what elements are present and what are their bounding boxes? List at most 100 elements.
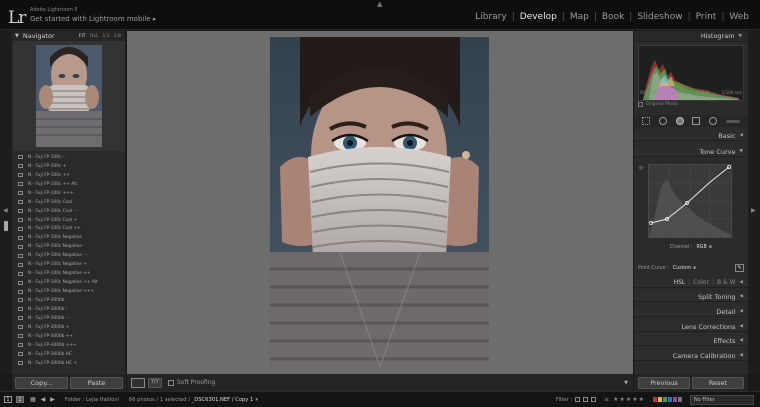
collapse-triangle-icon[interactable]: ▼	[15, 33, 19, 39]
tone-curve-section[interactable]: Tone Curve ▼	[634, 147, 748, 157]
flag-filter-icon[interactable]	[575, 397, 581, 402]
preset-item[interactable]: N - Fuji FP-3000b	[14, 296, 124, 305]
source-folder-label[interactable]: Folder : Lejla Halilovi	[65, 397, 119, 403]
camera-calibration-section[interactable]: Camera Calibration ◀	[634, 351, 748, 361]
collapse-right-panel-icon[interactable]: ▶	[751, 207, 756, 214]
filename-dropdown-icon[interactable]: ▾	[255, 397, 258, 403]
preset-item[interactable]: N - Fuji FP-3000b +	[14, 323, 124, 332]
expand-triangle-icon[interactable]: ◀	[740, 280, 743, 285]
color-label-swatch[interactable]	[678, 397, 682, 402]
primary-display-icon[interactable]: 1	[4, 396, 12, 403]
module-book[interactable]: Book	[597, 12, 629, 22]
tab-black-white[interactable]: B & W	[717, 279, 736, 286]
detail-section[interactable]: Detail ◀	[634, 307, 748, 317]
grid-view-icon[interactable]: ▦	[30, 396, 36, 403]
preset-item[interactable]: N - Fuji FP-100c ++ Alt	[14, 180, 124, 189]
preset-item[interactable]: N - Fuji FP-100c Cool ++	[14, 225, 124, 234]
preset-item[interactable]: N - Fuji FP-100c +	[14, 162, 124, 171]
photo-canvas[interactable]	[127, 31, 633, 374]
preset-item[interactable]: N - Fuji FP-100c Negative -	[14, 242, 124, 251]
red-eye-icon[interactable]	[675, 117, 684, 125]
rejected-filter-icon[interactable]	[591, 397, 597, 402]
filter-preset-select[interactable]: No Filter	[690, 394, 754, 405]
tab-color[interactable]: Color	[693, 279, 709, 286]
preset-item[interactable]: N - Fuji FP-100c - -	[14, 153, 124, 162]
module-develop[interactable]: Develop	[515, 12, 562, 22]
module-print[interactable]: Print	[691, 12, 722, 22]
crop-tool-icon[interactable]	[642, 117, 651, 125]
original-photo-toggle[interactable]: Original Photo	[638, 102, 678, 107]
expand-triangle-icon[interactable]: ◀	[740, 309, 743, 314]
preset-item[interactable]: N - Fuji FP-3000b +++	[14, 341, 124, 350]
secondary-display-icon[interactable]: 2	[16, 396, 24, 403]
histogram-header[interactable]: Histogram ▼	[634, 31, 748, 42]
color-label-swatch[interactable]	[668, 397, 672, 402]
before-after-view-icon[interactable]: Y|Y	[148, 377, 162, 388]
expand-triangle-icon[interactable]: ◀	[740, 353, 743, 358]
expand-triangle-icon[interactable]: ◀	[740, 133, 743, 138]
split-toning-section[interactable]: Split Toning ◀	[634, 292, 748, 302]
navigator-preview[interactable]	[13, 41, 125, 151]
preset-item[interactable]: N - Fuji FP-100c Negative ++ Alt	[14, 278, 124, 287]
preset-item[interactable]: N - Fuji FP-100c Cool - -	[14, 207, 124, 216]
lightroom-mobile-link[interactable]: Get started with Lightroom mobile ▸	[30, 15, 156, 23]
radial-filter-icon[interactable]	[708, 117, 717, 125]
collapse-top-panel-icon[interactable]: ▲	[377, 0, 382, 8]
expand-triangle-icon[interactable]: ◀	[740, 338, 743, 343]
star-rating-filter[interactable]: ≥ ★★★★★	[604, 396, 645, 403]
module-slideshow[interactable]: Slideshow	[632, 12, 687, 22]
preset-item[interactable]: N - Fuji FP-100c Negative +	[14, 260, 124, 269]
channel-value[interactable]: RGB ≑	[696, 245, 712, 250]
color-label-swatch[interactable]	[663, 397, 667, 402]
selection-info[interactable]: 66 photos / 1 selected / _DSC6301.NEF / …	[129, 397, 258, 403]
forward-arrow-icon[interactable]: ▶	[50, 396, 55, 403]
preset-item[interactable]: N - Fuji FP-100c Cool	[14, 198, 124, 207]
soft-proofing-checkbox[interactable]	[168, 379, 174, 386]
previous-button[interactable]: Previous	[638, 376, 690, 389]
lens-corrections-section[interactable]: Lens Corrections ◀	[634, 322, 748, 332]
hsl-color-bw-section[interactable]: HSL / Color / B & W ◀	[634, 278, 748, 288]
tone-curve-graph[interactable]	[648, 164, 732, 238]
expand-triangle-icon[interactable]: ◀	[740, 324, 743, 329]
preset-item[interactable]: N - Fuji FP-100c Negative	[14, 233, 124, 242]
effects-section[interactable]: Effects ◀	[634, 336, 748, 346]
toolbar-options-dropdown-icon[interactable]: ▼	[624, 380, 628, 386]
point-curve-value[interactable]: Custom ≑	[673, 266, 697, 271]
preset-item[interactable]: N - Fuji FP-3000b -	[14, 305, 124, 314]
spot-removal-icon[interactable]	[658, 117, 667, 125]
zoom-fill[interactable]: FILL	[90, 34, 99, 39]
preset-item[interactable]: N - Fuji FP-100c Cool +	[14, 216, 124, 225]
original-photo-checkbox[interactable]	[638, 102, 643, 107]
preset-item[interactable]: N - Fuji FP-3000b HC	[14, 350, 124, 359]
graduated-filter-icon[interactable]	[692, 117, 701, 125]
copy-settings-button[interactable]: Copy...	[15, 376, 68, 389]
zoom-1-8[interactable]: 1:8	[114, 34, 121, 39]
preset-item[interactable]: N - Fuji FP-100c +++	[14, 189, 124, 198]
target-adjust-icon[interactable]: ◎	[639, 165, 643, 171]
preset-item[interactable]: N - Fuji FP-100c Negative +++	[14, 287, 124, 296]
tab-hsl[interactable]: HSL	[674, 279, 686, 286]
preset-item[interactable]: N - Fuji FP-3000b ++	[14, 332, 124, 341]
preset-item[interactable]: N - Fuji FP-100c Negative - -	[14, 251, 124, 260]
module-web[interactable]: Web	[724, 12, 754, 22]
basic-section[interactable]: Basic ◀	[634, 131, 748, 141]
loupe-view-icon[interactable]	[131, 377, 145, 388]
scroll-handle[interactable]	[4, 221, 8, 231]
paste-settings-button[interactable]: Paste	[70, 376, 123, 389]
module-library[interactable]: Library	[470, 12, 511, 22]
unflagged-filter-icon[interactable]	[583, 397, 589, 402]
collapse-left-panel-icon[interactable]: ◀	[3, 207, 8, 214]
preset-item[interactable]: N - Fuji FP-3000b HC +	[14, 359, 124, 368]
color-label-swatch[interactable]	[658, 397, 662, 402]
adjustment-brush-icon[interactable]	[725, 119, 740, 123]
collapse-triangle-icon[interactable]: ▼	[739, 34, 742, 39]
collapse-triangle-icon[interactable]: ▼	[740, 149, 743, 154]
zoom-1-1[interactable]: 1:1	[103, 34, 110, 39]
channel-selector[interactable]: Channel : RGB ≑	[634, 245, 748, 250]
navigator-header[interactable]: ▼ Navigator FIT FILL 1:1 1:8	[12, 31, 125, 41]
edit-point-curve-icon[interactable]: ✎	[735, 264, 744, 272]
preset-item[interactable]: N - Fuji FP-100c Negative ++	[14, 269, 124, 278]
color-label-swatch[interactable]	[673, 397, 677, 402]
module-map[interactable]: Map	[565, 12, 594, 22]
preset-item[interactable]: N - Fuji FP-3000b - -	[14, 314, 124, 323]
